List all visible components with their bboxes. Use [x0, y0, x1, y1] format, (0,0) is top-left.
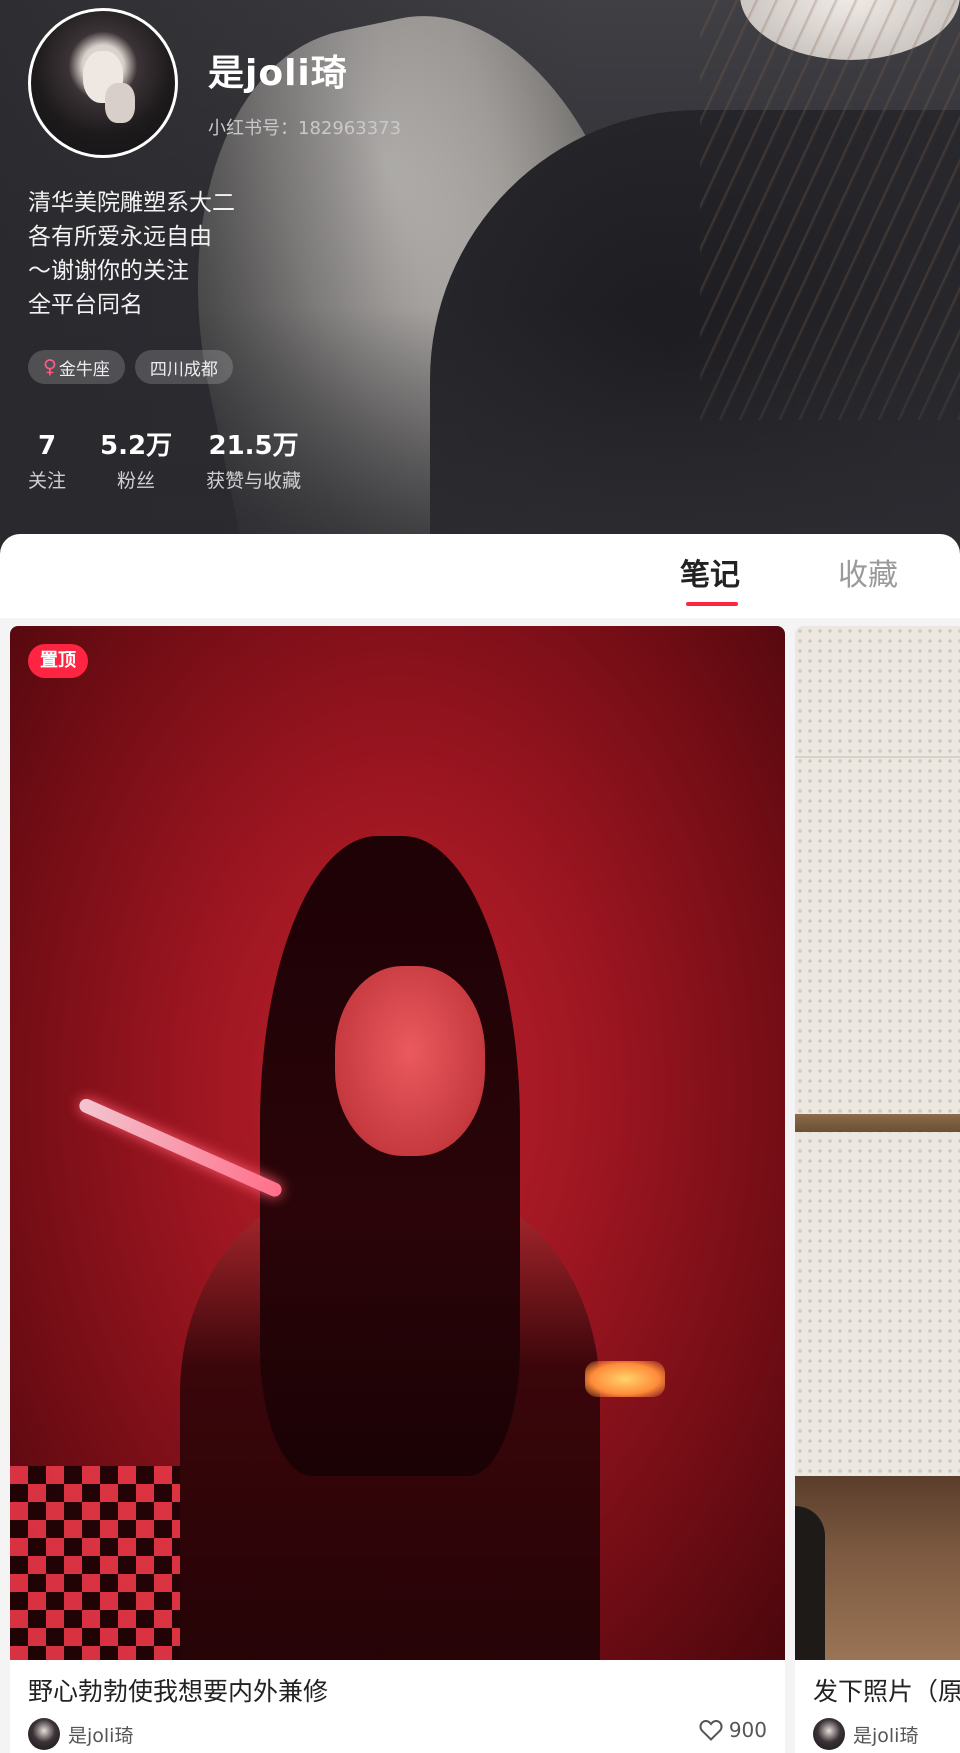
tag-label: 金牛座 [58, 359, 110, 380]
author-avatar [28, 1718, 60, 1750]
profile-bio: 清华美院雕塑系大二 各有所爱永远自由 ～谢谢你的关注 全平台同名 [28, 186, 235, 322]
profile-avatar[interactable] [28, 8, 178, 158]
cover-figure-hair [260, 836, 520, 1476]
like-button[interactable]: 900 [699, 1718, 767, 1742]
bio-line: 清华美院雕塑系大二 [28, 190, 235, 216]
cover-wall-pattern [795, 626, 960, 1476]
cover-person-edge [795, 1506, 825, 1660]
bio-line: 各有所爱永远自由 [28, 224, 212, 250]
stat-following[interactable]: 7 关注 [28, 430, 66, 493]
profile-name: 是joli琦 [208, 53, 348, 94]
tab-notes-label: 笔记 [680, 558, 740, 593]
notes-feed: 置顶 野心勃勃使我想要内外兼修 是joli琦 900 发下照片（原 是joli琦 [0, 618, 960, 1753]
note-cover-image[interactable]: 置顶 [10, 626, 785, 1660]
author-avatar [813, 1718, 845, 1750]
bio-line: ～谢谢你的关注 [28, 258, 189, 284]
cover-wall-panel-line [795, 756, 960, 758]
bio-line: 全平台同名 [28, 292, 143, 318]
tag-label: 四川成都 [149, 359, 218, 380]
tab-notes[interactable]: 笔记 [680, 554, 740, 606]
note-cover-image[interactable] [795, 626, 960, 1660]
stat-label: 粉丝 [117, 470, 156, 492]
female-icon: ♀ [43, 356, 57, 378]
profile-id-value: 182963373 [298, 118, 402, 139]
tag-location[interactable]: 四川成都 [134, 350, 233, 384]
note-author[interactable]: 是joli琦 [28, 1718, 133, 1750]
stat-value: 21.5万 [208, 431, 299, 461]
pinned-badge: 置顶 [28, 644, 88, 678]
tab-collections-label: 收藏 [838, 558, 898, 593]
avatar-hand [105, 83, 135, 123]
like-count: 900 [728, 1718, 767, 1742]
stat-label: 获赞与收藏 [206, 470, 302, 492]
note-card[interactable]: 置顶 野心勃勃使我想要内外兼修 是joli琦 900 [10, 626, 785, 1753]
note-title: 野心勃勃使我想要内外兼修 [28, 1677, 329, 1706]
active-tab-indicator [686, 602, 738, 606]
profile-id-label: 小红书号： [208, 118, 298, 139]
stat-value: 5.2万 [100, 431, 173, 461]
profile-id[interactable]: 小红书号：182963373 [208, 114, 401, 140]
cover-glow-stick [77, 1096, 284, 1199]
note-author[interactable]: 是joli琦 [813, 1718, 918, 1750]
cover-checker-pattern [10, 1466, 180, 1660]
note-title: 发下照片（原 [813, 1677, 960, 1706]
heart-icon [699, 1719, 723, 1741]
profile-tab-bar: 笔记 收藏 [0, 534, 960, 618]
stat-followers[interactable]: 5.2万 粉丝 [100, 430, 172, 493]
cover-wall-rail [795, 1114, 960, 1132]
stat-likes-collects[interactable]: 21.5万 获赞与收藏 [206, 430, 301, 493]
author-name: 是joli琦 [68, 1724, 134, 1747]
stat-value: 7 [37, 431, 57, 461]
profile-stats: 7 关注 5.2万 粉丝 21.5万 获赞与收藏 [28, 430, 301, 493]
tag-zodiac[interactable]: ♀ 金牛座 [28, 350, 125, 384]
note-card[interactable]: 发下照片（原 是joli琦 [795, 626, 960, 1753]
stat-label: 关注 [28, 470, 67, 492]
profile-header: 是joli琦 小红书号：182963373 清华美院雕塑系大二 各有所爱永远自由… [0, 0, 960, 560]
profile-tags: ♀ 金牛座 四川成都 [28, 350, 233, 384]
cover-glow-light [585, 1361, 665, 1397]
author-name: 是joli琦 [853, 1724, 919, 1747]
cover-figure-face [335, 966, 485, 1156]
tab-collections[interactable]: 收藏 [838, 554, 898, 598]
